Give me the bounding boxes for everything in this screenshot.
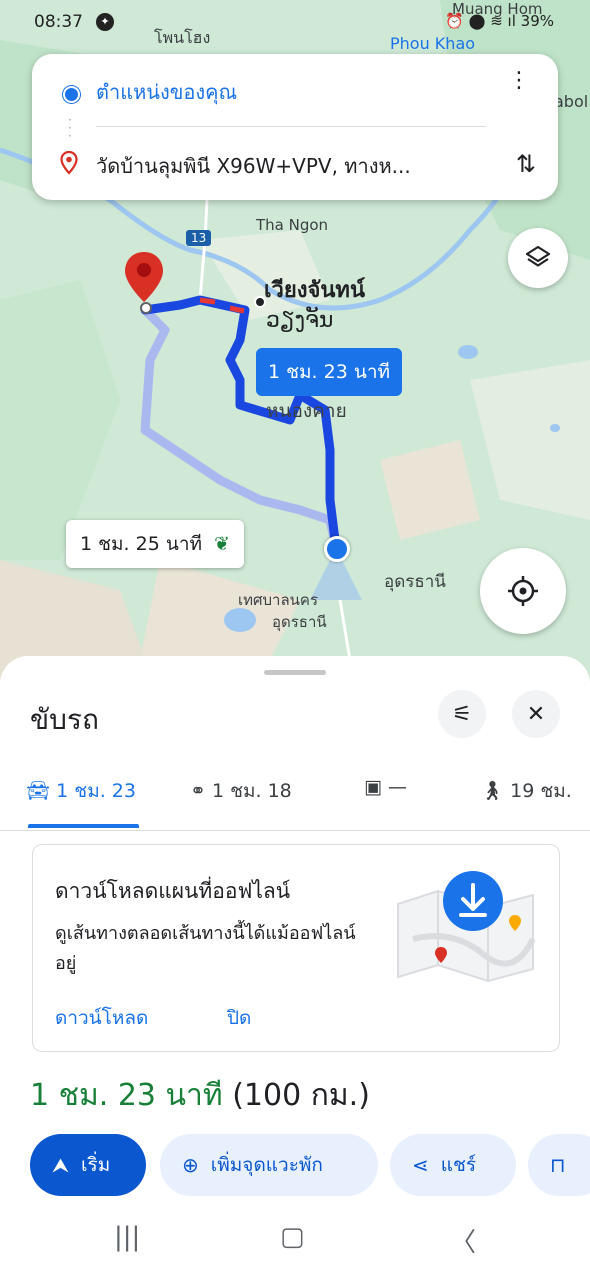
destination-marker-icon xyxy=(60,151,78,175)
city-dot-icon xyxy=(254,296,266,308)
system-nav-bar: ||| ▢ 〈 xyxy=(0,1196,590,1280)
origin-field[interactable]: ตำแหน่งของคุณ xyxy=(96,76,237,108)
active-tab-indicator xyxy=(28,824,139,828)
map-label-vientiane: เวียงจันทน์ xyxy=(264,278,365,303)
motorcycle-icon: ⚭ xyxy=(190,780,206,802)
add-stop-button[interactable]: ⊕ เพิ่มจุดแวะพัก xyxy=(160,1134,378,1196)
share-button[interactable]: ⋖ แชร์ xyxy=(390,1134,516,1196)
add-location-icon: ⊕ xyxy=(182,1153,199,1177)
share-icon: ⋖ xyxy=(412,1153,429,1177)
route-dots-icon: · · · xyxy=(68,113,72,143)
tab-walk[interactable]: 🚶︎ 19 ชม. xyxy=(480,776,572,806)
my-location-button[interactable] xyxy=(480,548,566,634)
save-button[interactable]: ⊓ xyxy=(528,1134,590,1196)
sheet-title: ขับรถ xyxy=(30,703,99,736)
offline-map-illustration-icon xyxy=(397,871,536,983)
map-label-vientiane-lao: ວຽງຈັນ xyxy=(266,308,334,333)
eco-leaf-icon: ❦ xyxy=(214,533,230,555)
walk-icon: 🚶︎ xyxy=(480,780,505,802)
messenger-icon: ✦ xyxy=(96,13,114,31)
back-icon[interactable]: 〈 xyxy=(450,1222,476,1259)
sliders-icon: ⚟ xyxy=(452,701,472,727)
field-divider xyxy=(96,126,486,127)
destination-pin-icon[interactable] xyxy=(122,250,166,316)
map-label-tha-ngon: Tha Ngon xyxy=(256,216,329,234)
tab-drive[interactable]: 🚘︎ 1 ชม. 23 xyxy=(26,776,136,806)
close-button[interactable]: ✕ xyxy=(512,690,560,738)
swap-directions-icon[interactable]: ⇅ xyxy=(516,150,536,178)
route-summary: 1 ชม. 23 นาที (100 กม.) xyxy=(30,1072,370,1119)
share-label: แชร์ xyxy=(440,1154,477,1176)
start-button[interactable]: ⮝ เริ่ม xyxy=(30,1134,146,1196)
tab-transit-label: — xyxy=(388,776,407,798)
travel-mode-tabs: 🚘︎ 1 ชม. 23 ⚭ 1 ชม. 18 ▣ — 🚶︎ 19 ชม. xyxy=(0,766,590,831)
route-distance: (100 กม.) xyxy=(232,1078,370,1113)
offline-map-card: ดาวน์โหลดแผนที่ออฟไลน์ ดูเส้นทางตลอดเส้น… xyxy=(32,844,560,1052)
status-time: 08:37 xyxy=(34,12,83,32)
layers-button[interactable] xyxy=(508,228,568,288)
alt-route-duration-label[interactable]: 1 ชม. 25 นาที ❦ xyxy=(66,520,244,568)
dismiss-link[interactable]: ปิด xyxy=(227,1003,251,1033)
more-options-icon[interactable]: ⋮ xyxy=(508,70,530,92)
offline-card-description: ดูเส้นทางตลอดเส้นทางนี้ได้แม้ออฟไลน์อยู่ xyxy=(55,923,356,974)
road-13-shield: 13 xyxy=(186,230,212,246)
tab-motorcycle[interactable]: ⚭ 1 ชม. 18 xyxy=(190,776,292,806)
crosshair-icon xyxy=(508,576,538,606)
tab-walk-label: 19 ชม. xyxy=(510,780,572,802)
tab-drive-label: 1 ชม. 23 xyxy=(56,780,136,802)
map-label-udon-city-2: อุดรธานี xyxy=(272,613,327,631)
download-link[interactable]: ดาวน์โหลด xyxy=(55,1003,148,1033)
main-route-duration-label[interactable]: 1 ชม. 23 นาที xyxy=(256,348,403,396)
map-label-abol: abol xyxy=(554,92,589,111)
home-icon[interactable]: ▢ xyxy=(280,1222,305,1252)
destination-field[interactable]: วัดบ้านลุมพินี X96W+VPV, ทางห... xyxy=(96,150,411,182)
map-label-udon-thani: อุดรธานี xyxy=(384,572,446,592)
action-buttons: ⮝ เริ่ม ⊕ เพิ่มจุดแวะพัก ⋖ แชร์ ⊓ xyxy=(30,1134,590,1196)
directions-card: ตำแหน่งของคุณ · · · วัดบ้านลุมพินี X96W+VP… xyxy=(32,54,558,200)
sheet-drag-handle[interactable] xyxy=(264,670,326,675)
bookmark-icon: ⊓ xyxy=(550,1153,566,1177)
directions-sheet: ขับรถ ⚟ ✕ 🚘︎ 1 ชม. 23 ⚭ 1 ชม. 18 ▣ — 🚶︎ … xyxy=(0,656,590,1280)
transit-icon: ▣ xyxy=(364,776,382,798)
route-duration: 1 ชม. 23 นาที xyxy=(30,1078,223,1113)
route-options-button[interactable]: ⚟ xyxy=(438,690,486,738)
offline-card-heading: ดาวน์โหลดแผนที่ออฟไลน์ xyxy=(55,879,291,903)
map-label-muang-hom: Muang Hom xyxy=(452,0,543,18)
alt-route-duration-text: 1 ชม. 25 นาที xyxy=(80,533,203,555)
start-label: เริ่ม xyxy=(81,1154,111,1176)
car-icon: 🚘︎ xyxy=(26,780,51,802)
tab-motorcycle-label: 1 ชม. 18 xyxy=(211,780,292,802)
tab-transit[interactable]: ▣ — xyxy=(364,776,407,798)
origin-dot-icon xyxy=(63,86,80,103)
add-stop-label: เพิ่มจุดแวะพัก xyxy=(210,1154,323,1176)
current-location-dot xyxy=(324,536,350,562)
map-label-nong-khai: หนองคาย xyxy=(266,400,347,422)
navigation-arrow-icon: ⮝ xyxy=(52,1153,69,1177)
map-label-udon-city: เทศบาลนคร xyxy=(238,591,319,609)
close-icon: ✕ xyxy=(526,701,546,727)
layers-icon xyxy=(525,245,551,267)
recent-apps-icon[interactable]: ||| xyxy=(114,1222,140,1252)
